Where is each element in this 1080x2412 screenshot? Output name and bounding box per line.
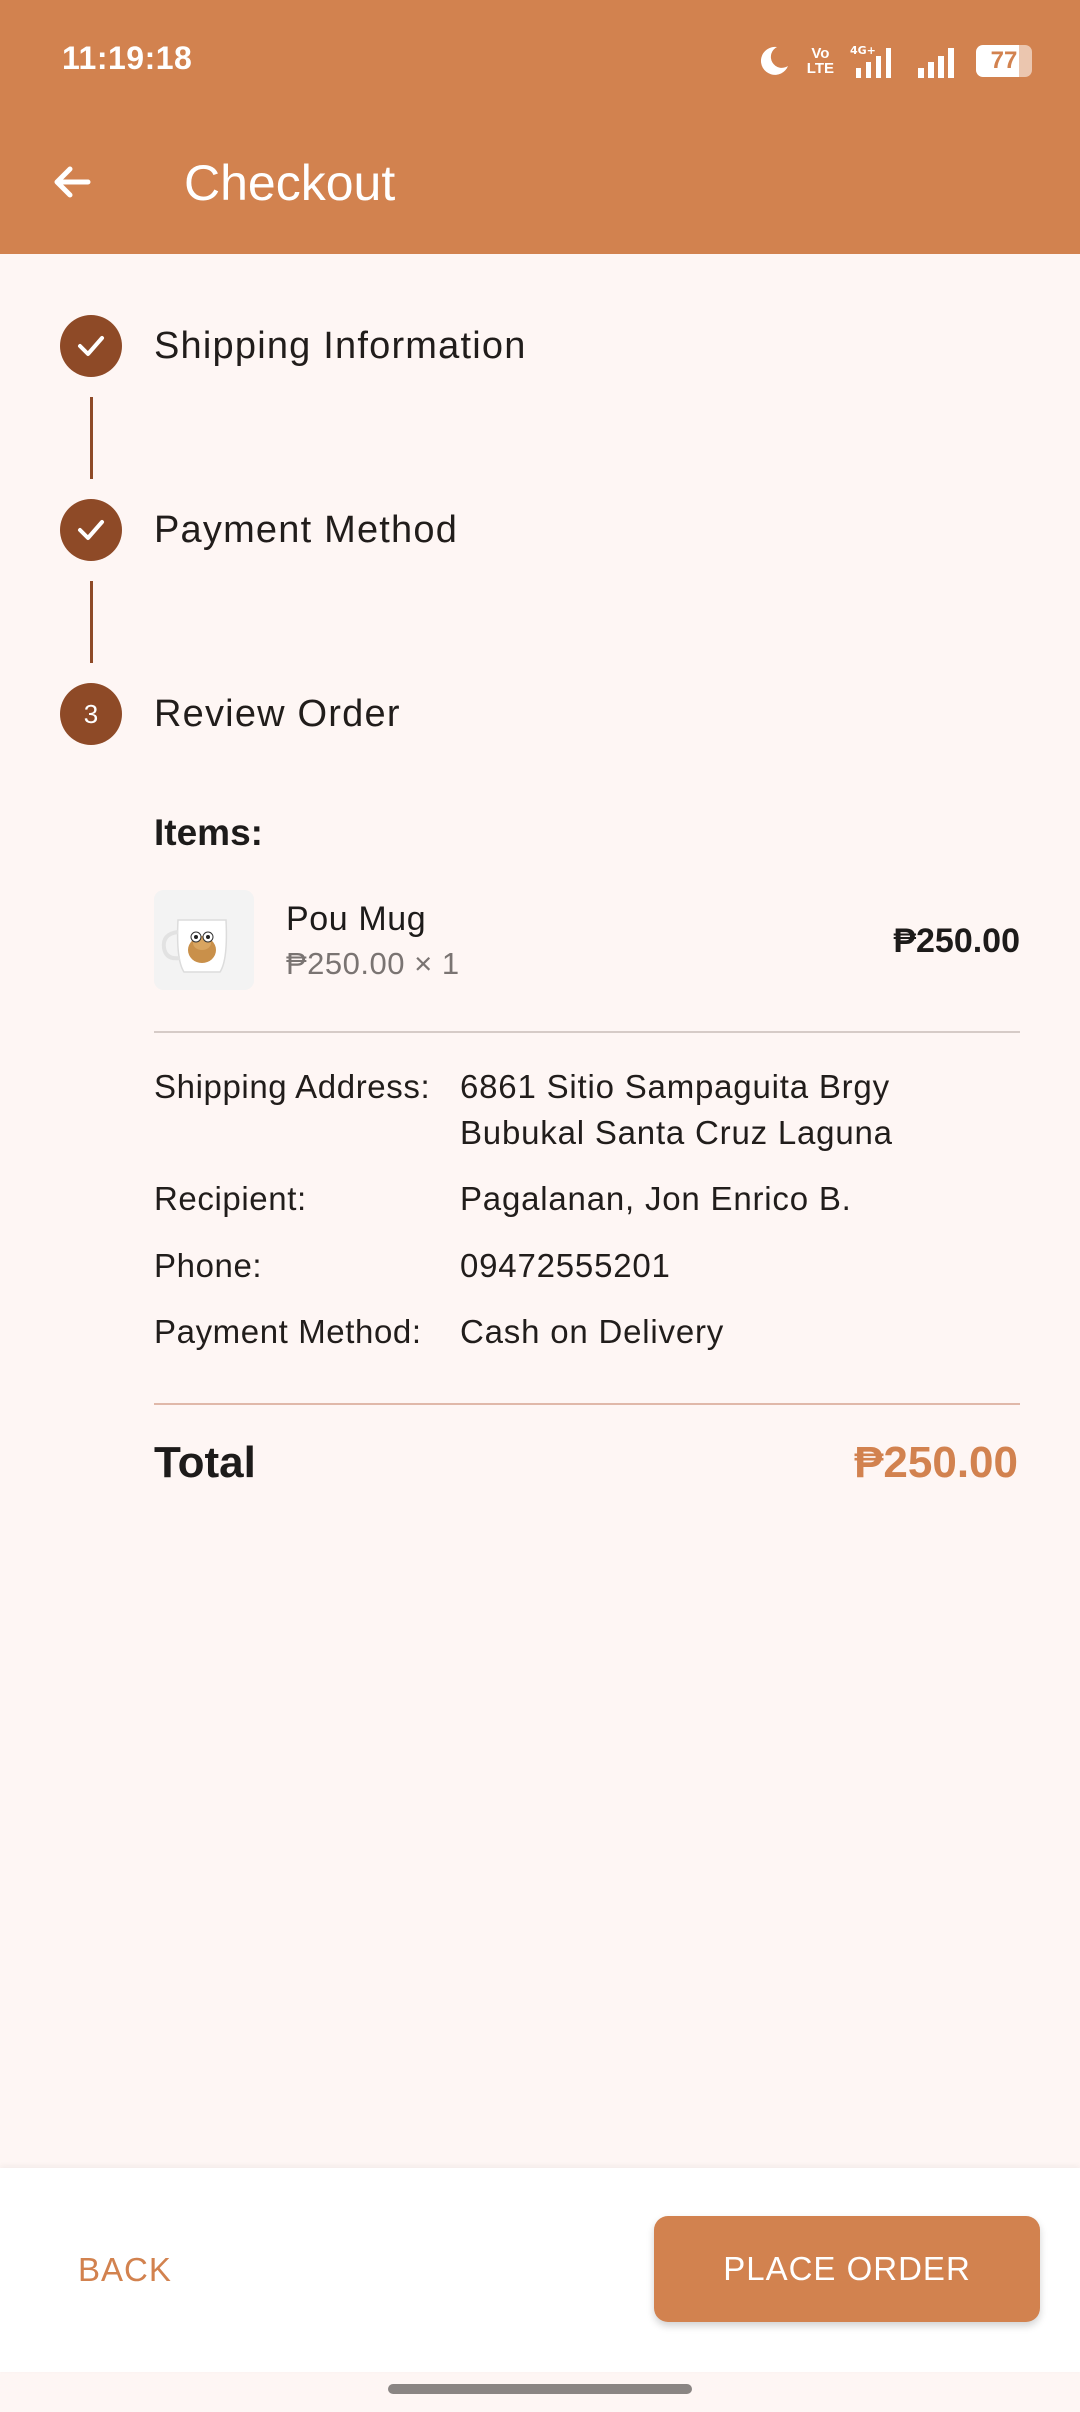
shipping-address-label: Shipping Address: xyxy=(154,1068,431,1105)
payment-method-value: Cash on Delivery xyxy=(460,1313,725,1350)
status-icons: Vo LTE 4G+ 77 xyxy=(757,40,1032,82)
arrow-left-icon xyxy=(54,166,91,198)
step-label: Payment Method xyxy=(154,508,459,551)
page-title: Checkout xyxy=(184,155,396,211)
battery-icon: 77 xyxy=(976,45,1032,77)
phone-value: 09472555201 xyxy=(460,1247,671,1284)
divider xyxy=(154,1031,1020,1033)
check-icon xyxy=(78,520,104,540)
total-label: Total xyxy=(154,1438,256,1487)
signal-icon xyxy=(918,48,954,78)
signal-4g-icon: 4G+ xyxy=(850,44,891,78)
payment-method-label: Payment Method: xyxy=(154,1313,422,1350)
mug-image xyxy=(154,890,254,990)
shipping-address-value: 6861 Sitio Sampaguita Brgy Bubukal Santa… xyxy=(460,1068,893,1151)
place-order-button[interactable]: PLACE ORDER xyxy=(654,2216,1040,2322)
step-payment-method[interactable]: Payment Method xyxy=(60,499,458,561)
svg-text:4G+: 4G+ xyxy=(850,44,876,57)
step-review-order[interactable]: 3 Review Order xyxy=(60,683,401,745)
step-complete-badge xyxy=(60,315,122,377)
item-line-total: ₱250.00 xyxy=(893,922,1020,960)
step-connector xyxy=(90,397,93,479)
recipient-label: Recipient: xyxy=(154,1180,307,1217)
item-unit-price-qty: ₱250.00 × 1 xyxy=(286,946,460,981)
battery-level: 77 xyxy=(990,47,1018,74)
item-name: Pou Mug xyxy=(286,900,427,938)
step-complete-badge xyxy=(60,499,122,561)
recipient-value: Pagalanan, Jon Enrico B. xyxy=(460,1180,852,1217)
back-arrow-button[interactable] xyxy=(38,148,106,216)
step-label: Shipping Information xyxy=(154,324,527,367)
do-not-disturb-moon-icon xyxy=(760,46,788,75)
step-label: Review Order xyxy=(154,692,401,735)
home-indicator[interactable] xyxy=(388,2384,692,2394)
back-button[interactable]: BACK xyxy=(62,2220,188,2320)
phone-label: Phone: xyxy=(154,1247,263,1284)
step-shipping-information[interactable]: Shipping Information xyxy=(60,315,527,377)
items-heading: Items: xyxy=(154,812,263,853)
volte-icon: Vo LTE xyxy=(806,45,834,77)
total-value: ₱250.00 xyxy=(854,1438,1018,1487)
divider xyxy=(154,1403,1020,1405)
step-number-badge: 3 xyxy=(60,683,122,745)
app-header: 11:19:18 Vo LTE 4G+ 77 Checkout xyxy=(0,0,1080,254)
step-connector xyxy=(90,581,93,663)
status-time: 11:19:18 xyxy=(62,40,193,76)
check-icon xyxy=(78,336,104,356)
order-item: Pou Mug ₱250.00 × 1 ₱250.00 xyxy=(154,890,1020,990)
product-thumbnail xyxy=(154,890,254,990)
